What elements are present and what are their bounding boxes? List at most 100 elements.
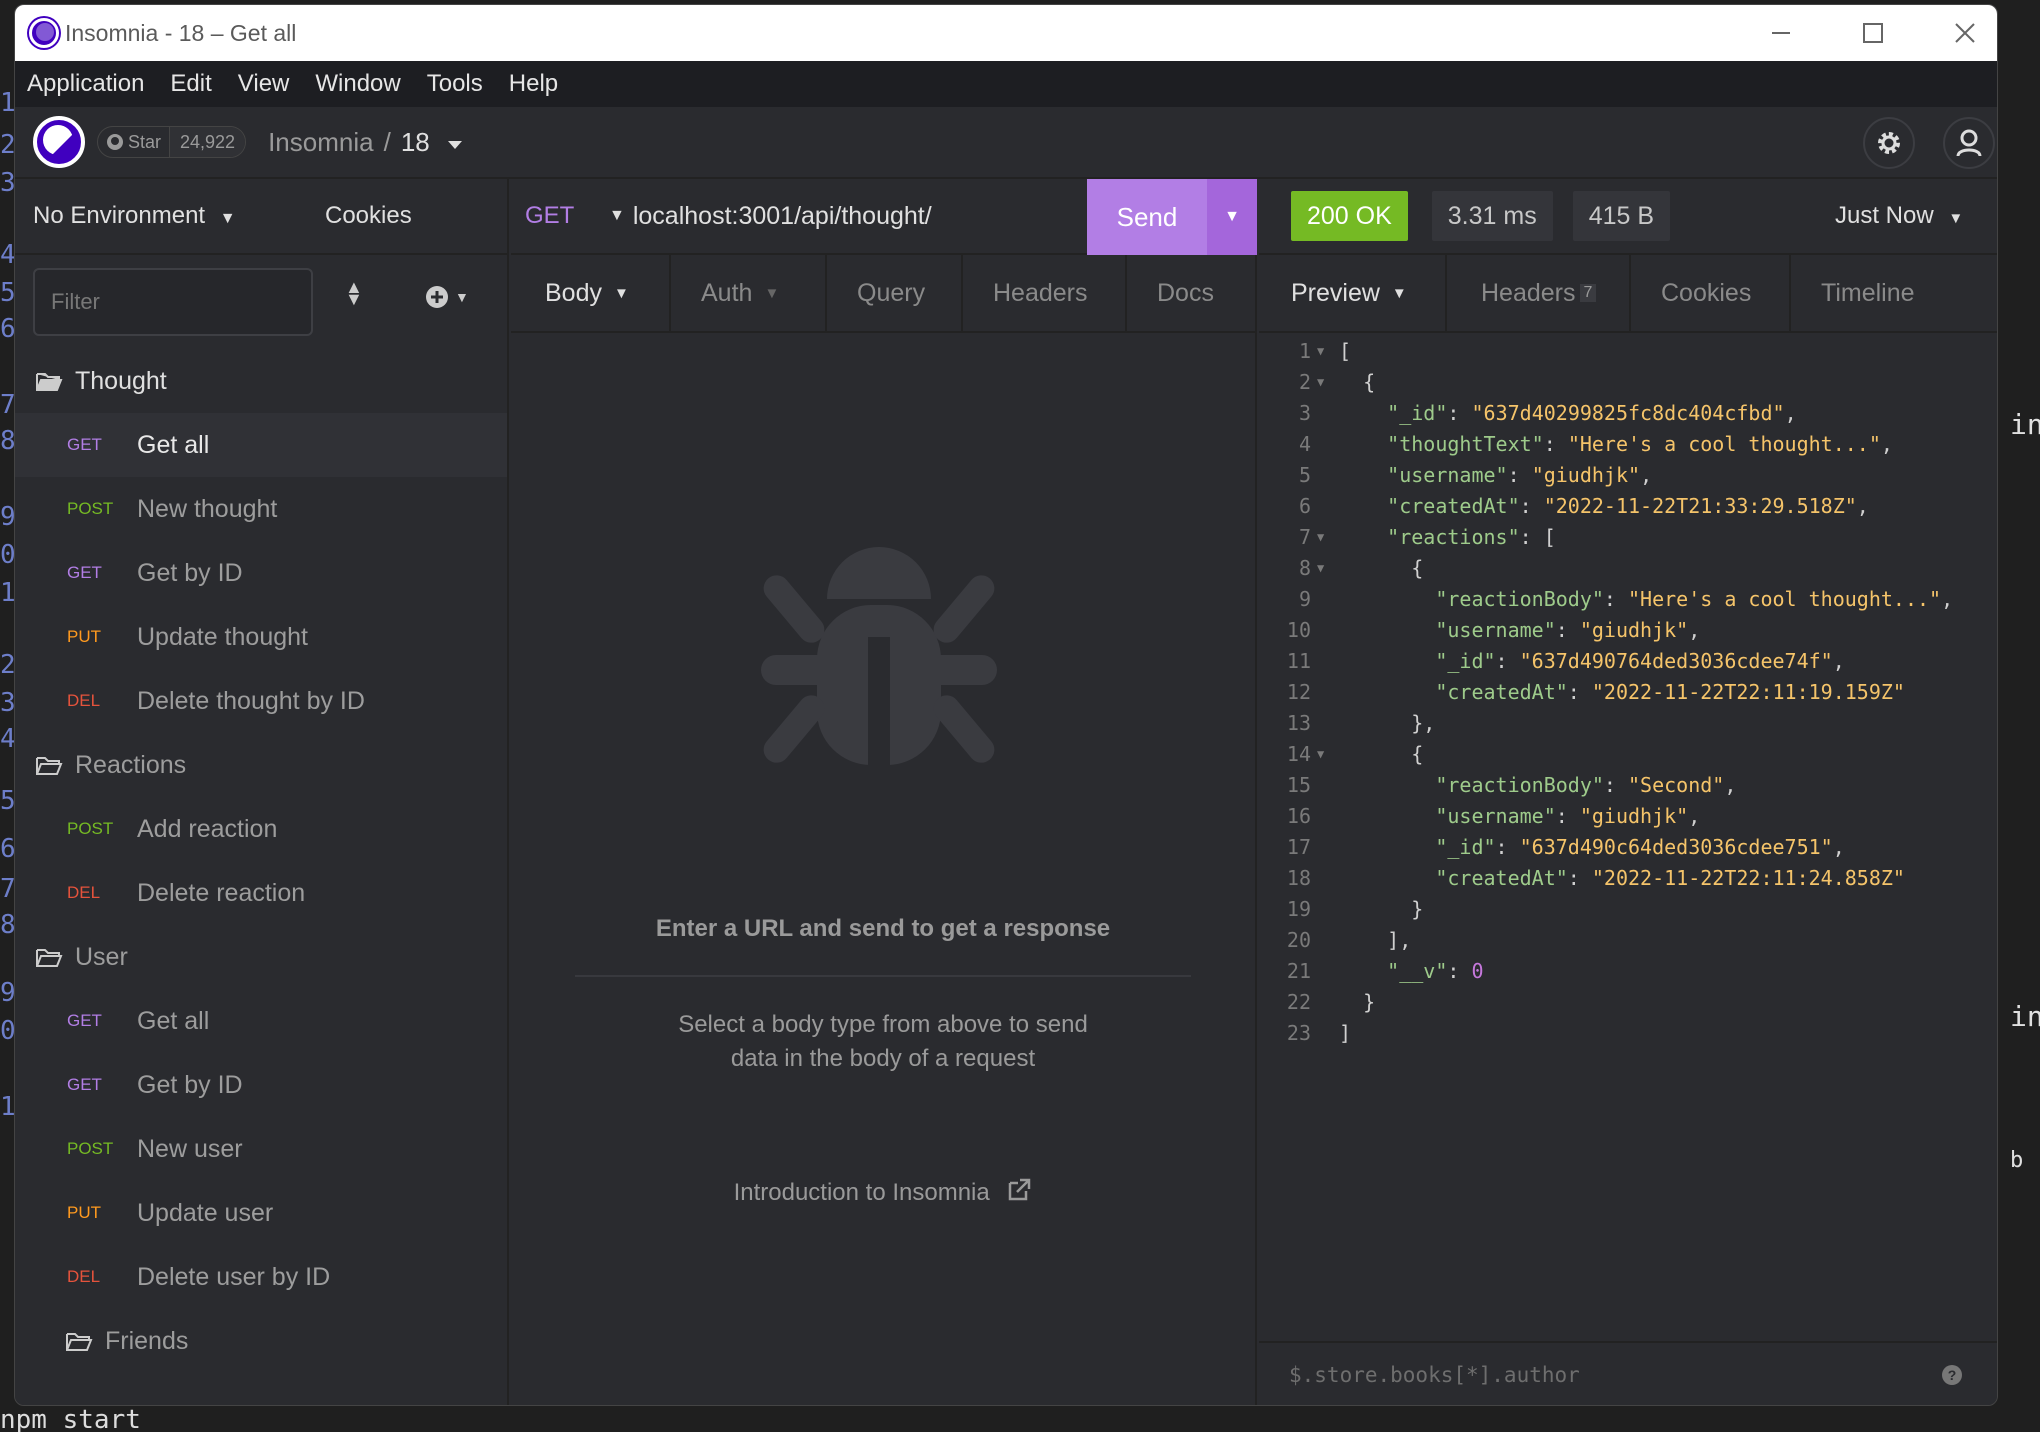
breadcrumb-workspace[interactable]: Insomnia (268, 127, 374, 157)
tab-body[interactable]: Body ▼ (511, 255, 671, 331)
tab-docs[interactable]: Docs (1127, 255, 1251, 331)
history-dropdown[interactable]: Just Now ▼ (1835, 202, 1963, 230)
environment-selector[interactable]: No Environment ▼ (33, 202, 325, 230)
code-token: : (1555, 803, 1580, 828)
request-item[interactable]: GET Get all (15, 413, 507, 477)
maximize-button[interactable] (1827, 5, 1919, 61)
headers-count-badge: 7 (1579, 284, 1597, 302)
response-body-viewer[interactable]: 1 ▼[2 ▼ {3 "_id": "637d40299825fc8dc404cfb… (1259, 335, 1997, 1048)
menu-window[interactable]: Window (315, 70, 400, 98)
folder-icon (35, 947, 63, 967)
history-label: Just Now (1835, 202, 1934, 229)
url-input[interactable]: localhost:3001/api/thought/ (633, 202, 932, 231)
insomnia-brand-icon[interactable] (33, 116, 85, 168)
sort-icon[interactable]: ▲ ▼ (345, 278, 363, 308)
fold-toggle-icon[interactable]: ▼ (1317, 747, 1339, 761)
sidebar-filter-input[interactable]: Filter (33, 268, 313, 336)
code-token: "2022-11-22T22:11:24.858Z" (1591, 865, 1905, 890)
status-badge: 200 OK (1291, 191, 1408, 241)
request-item[interactable]: GET Get all (15, 989, 507, 1053)
account-button[interactable] (1943, 117, 1995, 169)
request-item[interactable]: POST New user (15, 1117, 507, 1181)
add-item-button[interactable]: ▼ (425, 285, 469, 309)
caret-down-icon: ▼ (1948, 210, 1964, 227)
send-options-button[interactable]: ▼ (1207, 179, 1257, 255)
caret-down-icon[interactable]: ▼ (609, 207, 625, 225)
folder-user[interactable]: User (15, 925, 507, 989)
code-token: , (1832, 834, 1845, 859)
code-token: "thoughtText" (1387, 431, 1544, 456)
help-icon[interactable]: ? (1941, 1364, 1963, 1386)
chevron-down-icon[interactable] (447, 139, 463, 151)
code-line: 10 "username": "giudhjk", (1259, 614, 1997, 645)
folder-thought[interactable]: Thought (15, 349, 507, 413)
menu-application[interactable]: Application (27, 70, 144, 98)
code-token: , (1856, 493, 1869, 518)
line-number: 7 (1298, 524, 1311, 549)
code-token: : (1555, 617, 1580, 642)
background-text: in (2010, 408, 2040, 441)
request-item[interactable]: GET Get by ID (15, 541, 507, 605)
send-button[interactable]: Send (1087, 179, 1207, 255)
menu-edit[interactable]: Edit (170, 70, 211, 98)
tab-query[interactable]: Query (827, 255, 963, 331)
folder-friends[interactable]: Friends (15, 1309, 507, 1373)
method-badge: GET (67, 1075, 102, 1094)
github-star-button[interactable]: Star 24,922 (97, 126, 247, 158)
code-token: , (1640, 462, 1653, 487)
folder-reactions[interactable]: Reactions (15, 733, 507, 797)
request-item[interactable]: GET Get by ID (15, 1053, 507, 1117)
fold-toggle-icon[interactable]: ▼ (1317, 344, 1339, 358)
fold-toggle-icon[interactable]: ▼ (1317, 530, 1339, 544)
tab-label: Auth (701, 278, 753, 307)
line-number: 14 (1286, 741, 1311, 766)
folder-icon (35, 371, 63, 391)
tab-response-headers[interactable]: Headers 7 (1447, 255, 1631, 331)
tab-preview[interactable]: Preview ▼ (1259, 255, 1447, 331)
tab-auth[interactable]: Auth ▼ (671, 255, 827, 331)
menu-view[interactable]: View (238, 70, 290, 98)
line-number: 20 (1286, 927, 1311, 952)
menu-tools[interactable]: Tools (427, 70, 483, 98)
cookies-button[interactable]: Cookies (325, 202, 412, 230)
folder-icon (65, 1331, 93, 1351)
request-item[interactable]: DEL Delete user by ID (15, 1245, 507, 1309)
request-item[interactable]: DEL Delete thought by ID (15, 669, 507, 733)
request-item[interactable]: PUT Update user (15, 1181, 507, 1245)
response-filter-input[interactable]: $.store.books[*].author (1289, 1363, 1580, 1387)
request-item[interactable]: PUT Update thought (15, 605, 507, 669)
request-name: Delete user by ID (137, 1262, 331, 1291)
empty-desc-2: data in the body of a request (730, 1045, 1036, 1072)
folder-icon (35, 755, 63, 775)
fold-toggle-icon[interactable]: ▼ (1317, 375, 1339, 389)
tab-headers[interactable]: Headers (963, 255, 1127, 331)
sidebar: No Environment ▼ Cookies Filter ▲ ▼ ▼ Tho… (15, 179, 509, 1405)
code-token: : (1447, 400, 1472, 425)
request-name: Add reaction (137, 814, 278, 843)
tab-label: Headers (1481, 278, 1576, 307)
request-pane: GET ▼ localhost:3001/api/thought/ Send ▼… (511, 179, 1257, 1405)
minimize-button[interactable] (1735, 5, 1827, 61)
line-number: 22 (1286, 989, 1311, 1014)
request-item[interactable]: POST Add reaction (15, 797, 507, 861)
line-number: 3 (1298, 400, 1311, 425)
menu-help[interactable]: Help (509, 70, 558, 98)
code-token: : (1495, 648, 1520, 673)
code-token: , (1941, 586, 1954, 611)
tab-response-cookies[interactable]: Cookies (1631, 255, 1791, 331)
request-item[interactable]: POST New thought (15, 477, 507, 541)
introduction-link[interactable]: Introduction to Insomnia (511, 1177, 1255, 1207)
method-badge: POST (67, 1139, 114, 1158)
close-button[interactable] (1919, 5, 1997, 61)
code-token: [ (1339, 338, 1352, 363)
settings-button[interactable] (1863, 117, 1915, 169)
tab-timeline[interactable]: Timeline (1791, 255, 1971, 331)
code-token: "__v" (1387, 958, 1448, 983)
fold-toggle-icon[interactable]: ▼ (1317, 561, 1339, 575)
method-selector[interactable]: GET (525, 202, 609, 230)
code-token: , (1832, 648, 1845, 673)
breadcrumb-project[interactable]: 18 (401, 127, 430, 157)
github-icon (107, 134, 123, 150)
request-item[interactable]: DEL Delete reaction (15, 861, 507, 925)
request-name: New user (137, 1134, 243, 1163)
